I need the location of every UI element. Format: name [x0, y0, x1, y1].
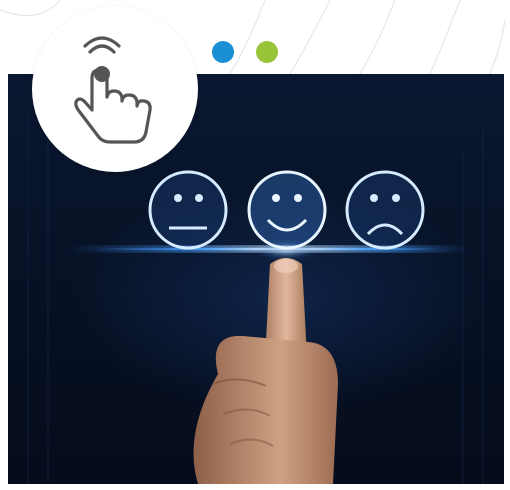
pointing-hand [193, 258, 338, 484]
sad-face-icon [345, 170, 425, 250]
carousel-dot-green[interactable] [256, 41, 278, 63]
carousel-dot-blue[interactable] [212, 41, 234, 63]
happy-face-icon [247, 170, 327, 250]
neutral-face-icon [148, 170, 228, 250]
touch-gesture-badge [32, 6, 198, 172]
touch-gesture-icon [74, 36, 152, 144]
